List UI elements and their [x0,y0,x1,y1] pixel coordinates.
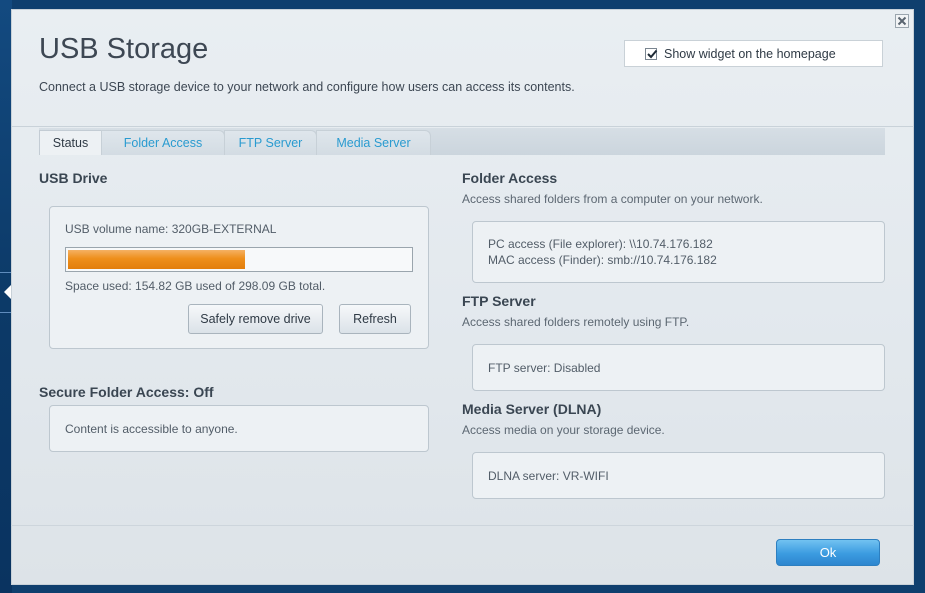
storage-usage-fill [68,250,245,269]
show-widget-checkbox[interactable] [645,47,658,60]
close-button[interactable] [895,14,909,28]
ftp-server-description: Access shared folders remotely using FTP… [462,315,690,329]
tab-status[interactable]: Status [39,130,102,155]
ftp-server-status: FTP server: Disabled [488,361,601,375]
usb-drive-title: USB Drive [39,170,108,186]
refresh-button[interactable]: Refresh [339,304,411,334]
secure-folder-status: Content is accessible to anyone. [65,422,238,436]
media-server-description: Access media on your storage device. [462,423,665,437]
close-icon [897,16,907,26]
mac-access-text: MAC access (Finder): smb://10.74.176.182 [488,253,717,267]
usb-volume-name: USB volume name: 320GB-EXTERNAL [65,222,277,236]
folder-access-title: Folder Access [462,170,558,186]
show-widget-option[interactable]: Show widget on the homepage [624,40,883,67]
ftp-server-title: FTP Server [462,293,536,309]
header-divider [11,126,914,127]
safely-remove-drive-button[interactable]: Safely remove drive [188,304,323,334]
media-server-title: Media Server (DLNA) [462,401,602,417]
folder-access-panel [472,221,885,283]
storage-usage-bar [65,247,413,272]
folder-access-description: Access shared folders from a computer on… [462,192,763,206]
tab-folder-access[interactable]: Folder Access [101,130,225,155]
page-title: USB Storage [39,33,209,65]
checkmark-icon [647,49,658,58]
secure-folder-title: Secure Folder Access: Off [39,384,214,400]
pc-access-text: PC access (File explorer): \\10.74.176.1… [488,237,713,251]
tab-ftp-server[interactable]: FTP Server [224,130,317,155]
show-widget-label: Show widget on the homepage [664,46,836,61]
page-subtitle: Connect a USB storage device to your net… [39,80,575,94]
space-used-text: Space used: 154.82 GB used of 298.09 GB … [65,279,326,293]
tab-media-server[interactable]: Media Server [316,130,431,155]
ok-button[interactable]: Ok [776,539,880,566]
footer-divider [11,525,914,526]
dlna-server-status: DLNA server: VR-WIFI [488,469,609,483]
